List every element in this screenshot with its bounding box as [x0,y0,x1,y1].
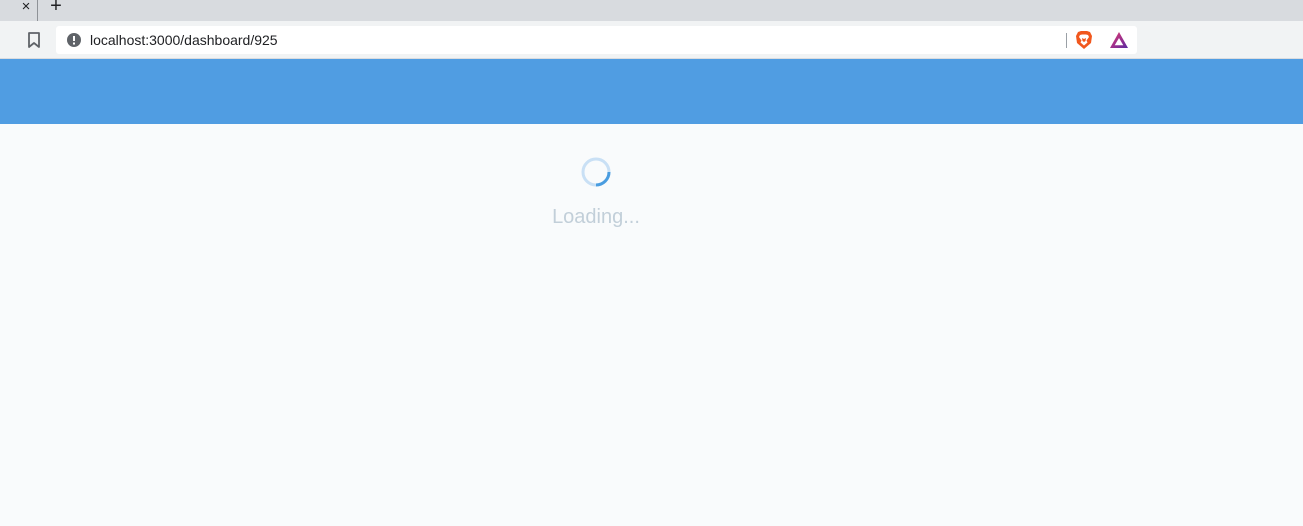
browser-tab-strip: × + [0,0,1303,21]
tab-close-button[interactable]: × [17,0,35,14]
bookmark-icon[interactable] [27,32,41,48]
loading-text: Loading... [552,206,640,228]
address-bar-separator [1066,33,1067,48]
address-bar[interactable]: localhost:3000/dashboard/925 [56,26,1137,54]
loading-spinner-icon [581,157,611,187]
app-header-bar [0,59,1303,124]
main-content: Loading... [0,124,1303,526]
new-tab-button[interactable]: + [47,0,65,16]
rewards-triangle-icon[interactable] [1109,31,1129,49]
browser-toolbar: localhost:3000/dashboard/925 [0,21,1303,59]
tab-divider [37,0,38,21]
url-text[interactable]: localhost:3000/dashboard/925 [90,31,278,49]
brave-lion-icon[interactable] [1075,30,1093,50]
info-icon[interactable] [67,33,81,47]
